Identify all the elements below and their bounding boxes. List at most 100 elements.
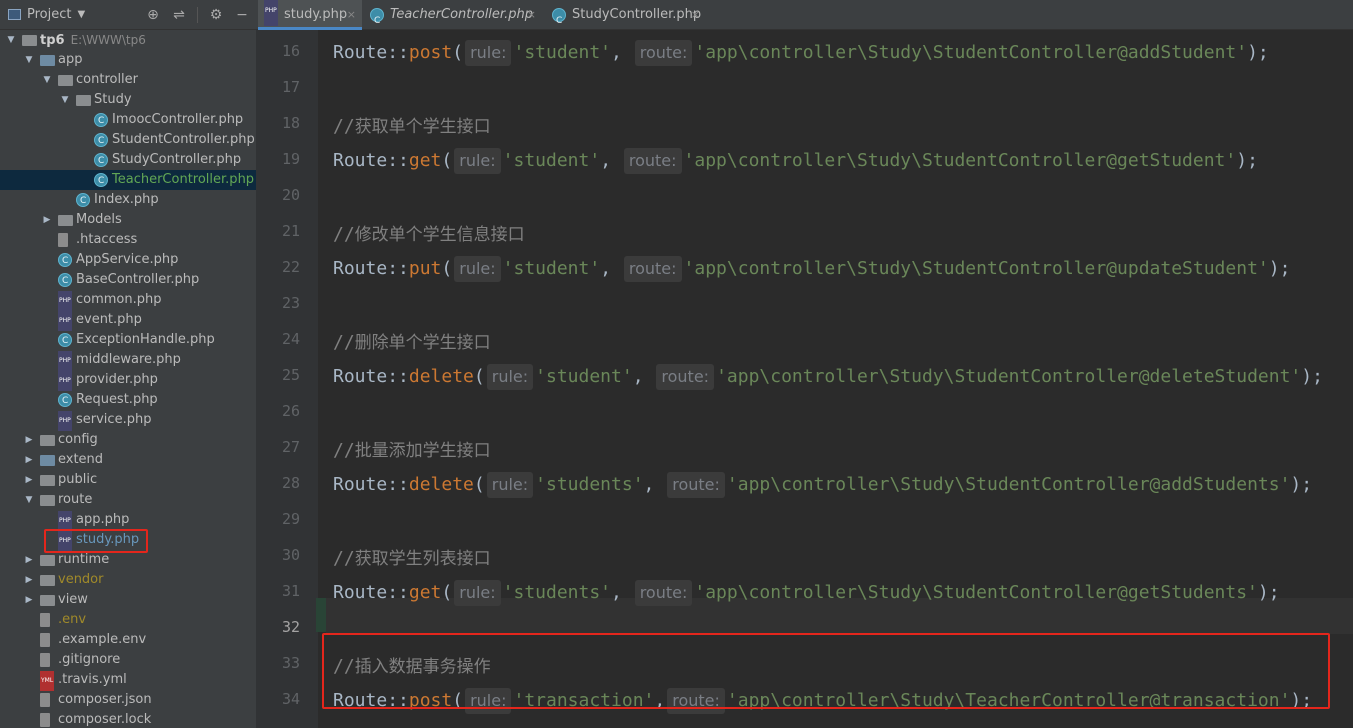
rule-param-hint: rule: bbox=[465, 40, 512, 66]
close-token: ); bbox=[1247, 42, 1269, 63]
php-class-icon bbox=[94, 171, 108, 191]
tree-item-label: composer.json bbox=[58, 690, 152, 710]
scope-token: :: bbox=[387, 258, 409, 279]
close-token: ); bbox=[1268, 258, 1291, 279]
class-token: Route bbox=[333, 258, 388, 279]
tab-label: study.php bbox=[284, 7, 348, 22]
route-param-hint: route: bbox=[656, 364, 715, 390]
tree-item-label: tp6 E:\WWW\tp6 bbox=[40, 30, 146, 51]
tree-item[interactable]: service.php bbox=[0, 410, 256, 431]
close-icon[interactable]: × bbox=[691, 0, 700, 30]
close-icon[interactable]: × bbox=[527, 0, 536, 30]
paren-token: ( bbox=[473, 366, 485, 387]
folder-icon bbox=[40, 475, 55, 486]
close-icon[interactable]: × bbox=[347, 0, 356, 30]
collapse-arrow-icon[interactable]: ▶ bbox=[24, 430, 34, 450]
collapse-arrow-icon[interactable]: ▶ bbox=[24, 590, 34, 610]
hide-panel-icon[interactable]: − bbox=[234, 6, 250, 24]
code-editor[interactable]: Route::post(rule:'student', route:'app\c… bbox=[318, 30, 1353, 728]
line-number: 20 bbox=[281, 186, 300, 204]
tree-item-label: TeacherController.php bbox=[112, 170, 254, 190]
tree-item[interactable]: app.php bbox=[0, 510, 256, 531]
comma-token: , bbox=[643, 474, 666, 495]
rule-param-hint: rule: bbox=[486, 472, 534, 498]
tree-item[interactable]: ▶ public bbox=[0, 470, 256, 490]
editor-tab[interactable]: TeacherController.php× bbox=[364, 0, 542, 36]
tree-item[interactable]: ▼ controller bbox=[0, 70, 256, 90]
php-class-icon bbox=[58, 331, 72, 351]
collapse-arrow-icon[interactable]: ▶ bbox=[24, 550, 34, 570]
folder-icon bbox=[40, 555, 55, 566]
collapse-arrow-icon[interactable]: ▶ bbox=[24, 470, 34, 490]
tree-item-label: AppService.php bbox=[76, 250, 178, 270]
tree-item[interactable]: StudentController.php bbox=[0, 130, 256, 151]
tree-item[interactable]: ▶ extend bbox=[0, 450, 256, 470]
gear-icon[interactable]: ⚙ bbox=[208, 6, 224, 24]
tree-item[interactable]: StudyController.php bbox=[0, 150, 256, 171]
line-number: 34 bbox=[281, 690, 300, 708]
tree-item[interactable]: ▶ runtime bbox=[0, 550, 256, 570]
collapse-all-icon[interactable]: ⇌ bbox=[171, 6, 187, 24]
tree-item-name: .example.env bbox=[58, 632, 147, 647]
comma-token: , bbox=[611, 582, 633, 603]
tree-item[interactable]: Index.php bbox=[0, 190, 256, 211]
php-file-icon bbox=[58, 291, 72, 311]
tree-item[interactable]: .travis.yml bbox=[0, 670, 256, 691]
tree-item[interactable]: composer.json bbox=[0, 690, 256, 710]
tree-item[interactable]: .example.env bbox=[0, 630, 256, 650]
code-line: Route::put(rule:'student', route:'app\co… bbox=[333, 256, 1290, 282]
tree-item-label: app bbox=[58, 50, 82, 70]
expand-arrow-icon[interactable]: ▼ bbox=[24, 50, 34, 70]
tree-item[interactable]: ExceptionHandle.php bbox=[0, 330, 256, 351]
tree-item[interactable]: TeacherController.php bbox=[0, 170, 256, 191]
tree-item[interactable]: .htaccess bbox=[0, 230, 256, 250]
tree-item[interactable]: ImoocController.php bbox=[0, 110, 256, 131]
method-token: delete bbox=[408, 474, 474, 495]
locate-icon[interactable]: ⊕ bbox=[145, 6, 161, 24]
tree-item[interactable]: ▼ app bbox=[0, 50, 256, 70]
route-string: 'app\controller\Study\StudentController@… bbox=[726, 474, 1291, 495]
expand-arrow-icon[interactable]: ▼ bbox=[60, 90, 70, 110]
tree-item-name: Models bbox=[76, 212, 122, 227]
tree-item[interactable]: ▼ Study bbox=[0, 90, 256, 110]
expand-arrow-icon[interactable]: ▼ bbox=[42, 70, 52, 90]
folder-icon bbox=[22, 35, 37, 46]
tree-item[interactable]: .gitignore bbox=[0, 650, 256, 670]
expand-arrow-icon[interactable]: ▼ bbox=[6, 30, 16, 50]
tree-item[interactable]: ▶ view bbox=[0, 590, 256, 610]
tree-item[interactable]: BaseController.php bbox=[0, 270, 256, 291]
php-class-icon bbox=[58, 251, 72, 271]
collapse-arrow-icon[interactable]: ▶ bbox=[24, 450, 34, 470]
tree-item[interactable]: composer.lock bbox=[0, 710, 256, 728]
tree-item[interactable]: ▶ config bbox=[0, 430, 256, 450]
tree-item[interactable]: .env bbox=[0, 610, 256, 630]
code-line: Route::get(rule:'students', route:'app\c… bbox=[333, 580, 1280, 606]
tree-item[interactable]: ▶ vendor bbox=[0, 570, 256, 590]
folder-icon bbox=[40, 575, 55, 586]
editor-tab-bar: study.php×TeacherController.php×StudyCon… bbox=[256, 0, 1353, 36]
chevron-down-icon[interactable]: ▼ bbox=[77, 9, 85, 20]
route-string: 'app\controller\Study\StudentController@… bbox=[683, 258, 1269, 279]
code-line: Route::get(rule:'student', route:'app\co… bbox=[333, 148, 1258, 174]
source-folder-icon bbox=[40, 55, 55, 66]
expand-arrow-icon[interactable]: ▼ bbox=[24, 490, 34, 510]
tree-item[interactable]: Request.php bbox=[0, 390, 256, 411]
tree-item[interactable]: ▼ tp6 E:\WWW\tp6 bbox=[0, 30, 256, 50]
code-line: Route::delete(rule:'student', route:'app… bbox=[333, 364, 1323, 390]
tree-item[interactable]: ▶ Models bbox=[0, 210, 256, 230]
collapse-arrow-icon[interactable]: ▶ bbox=[24, 570, 34, 590]
tree-item[interactable]: common.php bbox=[0, 290, 256, 311]
tree-item[interactable]: provider.php bbox=[0, 370, 256, 391]
editor-tab[interactable]: StudyController.php× bbox=[546, 0, 706, 36]
tree-item[interactable]: middleware.php bbox=[0, 350, 256, 371]
comment-prefix: // bbox=[333, 116, 355, 137]
line-number: 24 bbox=[281, 330, 300, 348]
method-token: get bbox=[408, 582, 442, 603]
tree-item[interactable]: ▼ route bbox=[0, 490, 256, 510]
collapse-arrow-icon[interactable]: ▶ bbox=[42, 210, 52, 230]
tree-item-name: StudyController.php bbox=[112, 152, 242, 167]
line-number: 33 bbox=[281, 654, 300, 672]
editor-tab[interactable]: study.php× bbox=[258, 0, 362, 30]
tree-item[interactable]: event.php bbox=[0, 310, 256, 331]
tree-item[interactable]: AppService.php bbox=[0, 250, 256, 271]
